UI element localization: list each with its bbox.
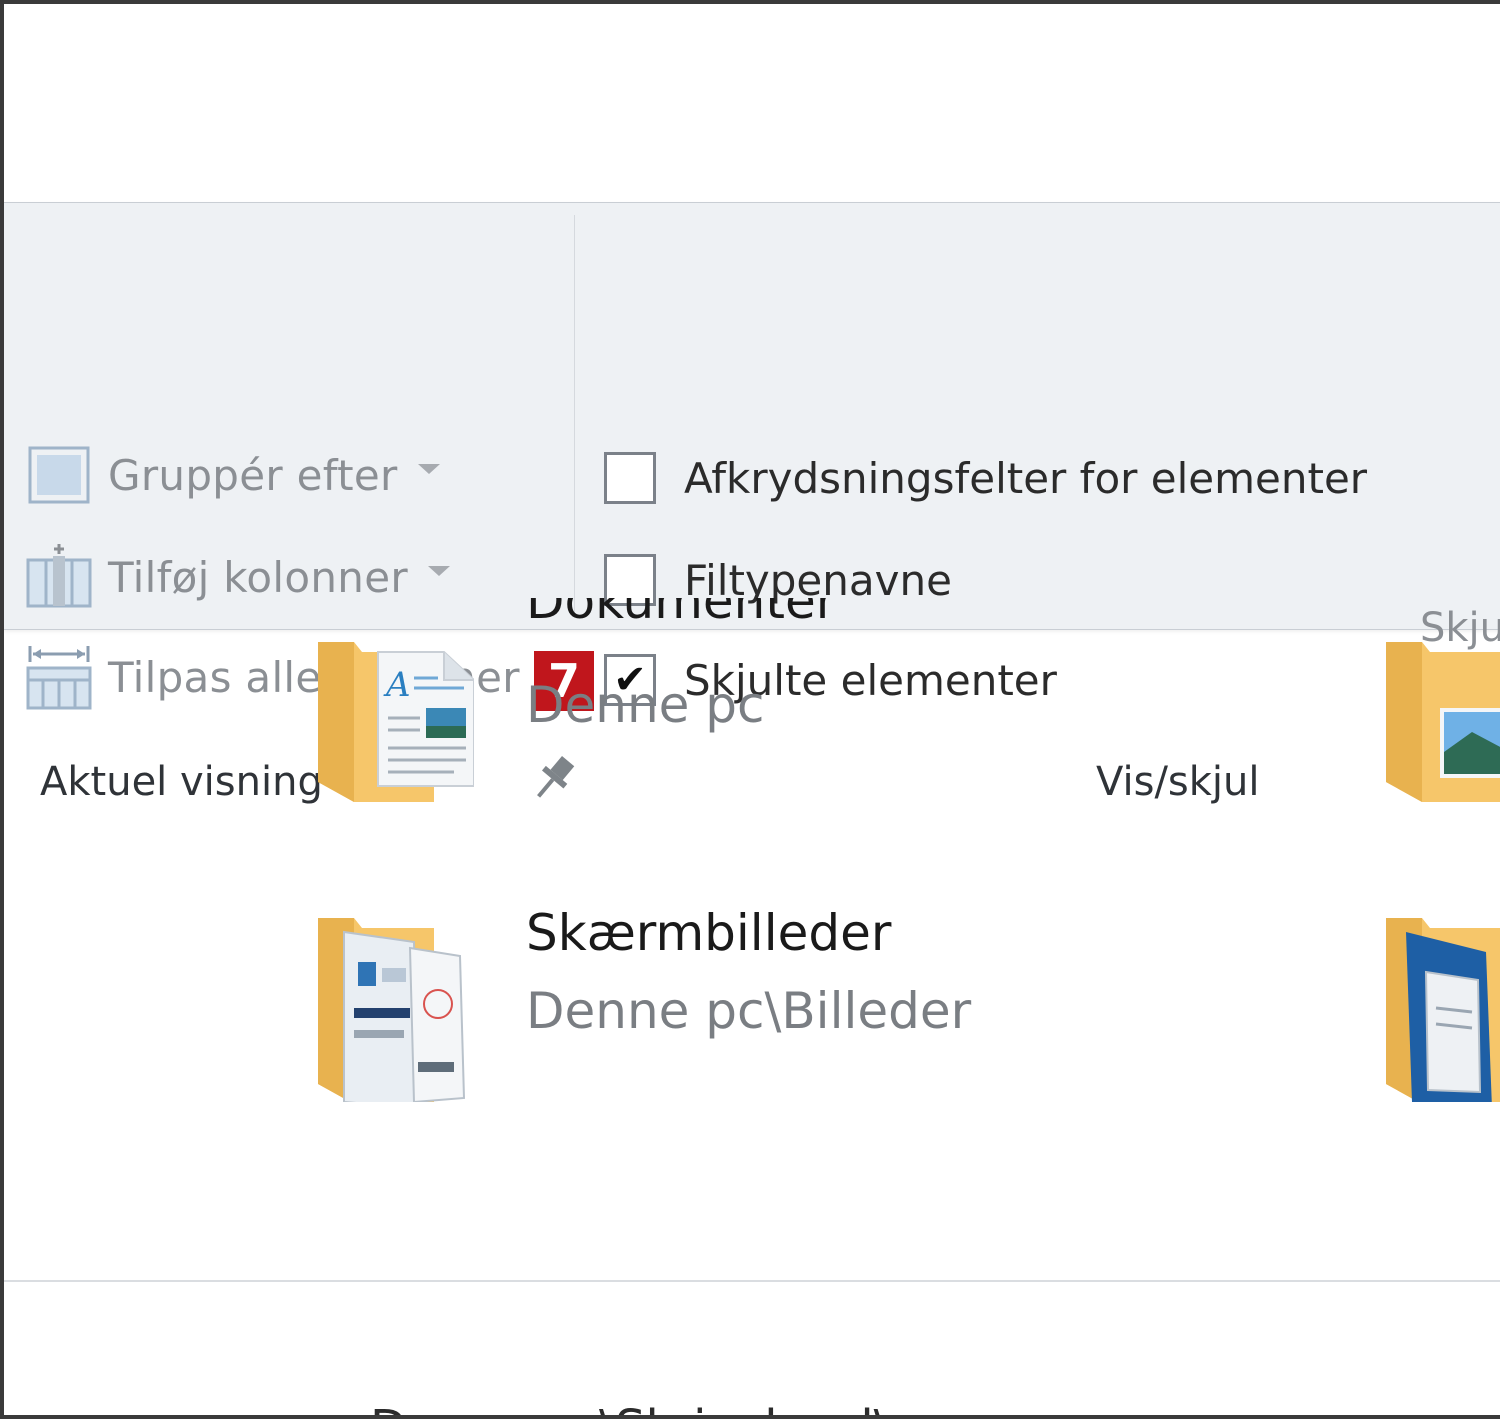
folder-icon[interactable] [1382, 912, 1500, 1102]
group-by-label: Gruppér efter [108, 450, 398, 500]
add-columns-icon [26, 544, 92, 608]
chevron-down-icon [427, 566, 450, 576]
item-checkboxes-option[interactable]: Afkrydsningsfelter for elementer [604, 443, 1367, 513]
documents-item-name-text: Dokumenter [526, 598, 837, 630]
group-label-show-hide: Vis/skjul [1096, 759, 1260, 805]
section-divider [4, 1280, 1500, 1282]
documents-item-name[interactable]: Dokumenter [526, 598, 836, 648]
screenshots-item-name[interactable]: Skærmbilleder [526, 904, 891, 962]
group-label-current-view: Aktuel visning [40, 759, 323, 805]
item-checkboxes-label: Afkrydsningsfelter for elementer [684, 453, 1368, 503]
add-columns-button[interactable]: Tilføj kolonner [24, 537, 450, 617]
chevron-down-icon [417, 464, 440, 474]
ribbon-group-separator [574, 215, 575, 615]
explorer-window: Gruppér efter Tilføj kolonner Tilpas all… [0, 0, 1500, 1419]
ribbon-view-tab: Gruppér efter Tilføj kolonner Tilpas all… [4, 202, 1500, 805]
group-by-button[interactable]: Gruppér efter [24, 435, 440, 515]
recent-item-path-text: Denne pc\Skrivebord\... [370, 1400, 936, 1415]
recent-item-path-clipped: Denne pc\Skrivebord\... [370, 1400, 936, 1415]
screenshots-item-path: Denne pc\Billeder [526, 982, 972, 1040]
documents-item-path: Denne pc [526, 676, 765, 734]
fit-columns-icon [26, 646, 92, 710]
svg-text:A: A [383, 665, 411, 705]
documents-folder-icon[interactable]: A [314, 622, 474, 812]
group-by-icon [28, 446, 90, 504]
pictures-folder-icon[interactable] [1382, 622, 1500, 812]
screenshots-folder-icon[interactable] [314, 912, 474, 1102]
pin-icon[interactable] [526, 750, 582, 806]
add-columns-label: Tilføj kolonner [108, 552, 408, 602]
item-checkboxes-checkbox[interactable] [604, 452, 656, 504]
